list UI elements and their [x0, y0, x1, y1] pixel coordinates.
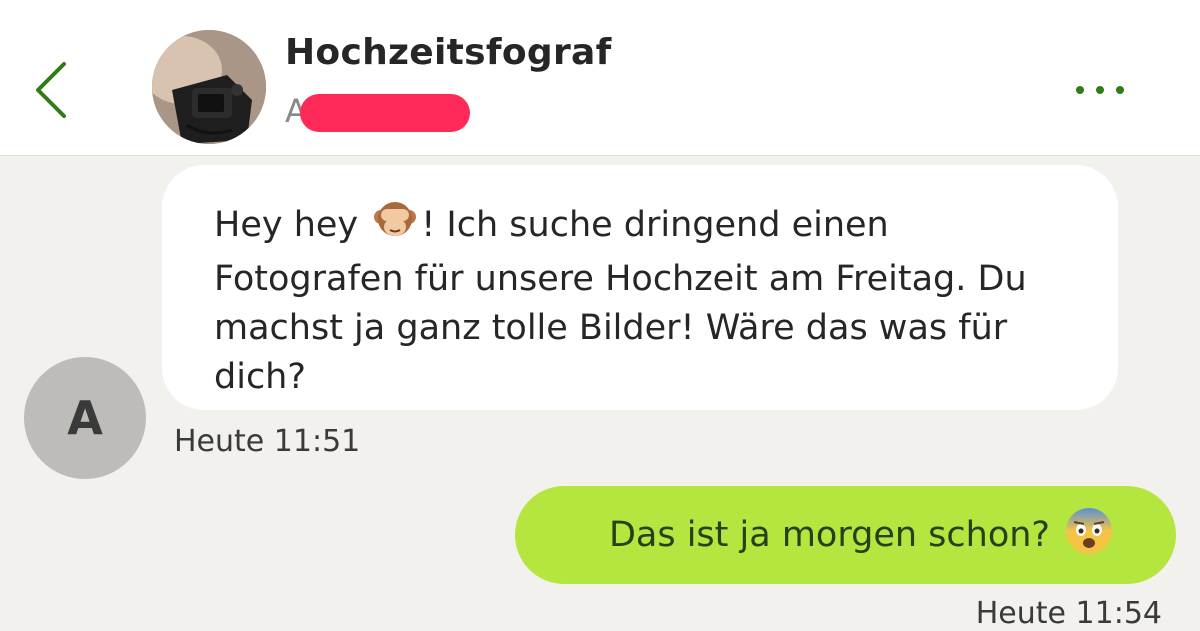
- incoming-message-bubble[interactable]: Hey hey ! Ich suche dringend einen Fotog…: [162, 165, 1118, 410]
- back-button[interactable]: [24, 56, 80, 124]
- message-text: Das ist ja morgen schon?: [608, 515, 1050, 555]
- more-dots-icon: [1096, 86, 1104, 94]
- contact-name[interactable]: Hochzeitsfograf: [285, 32, 612, 73]
- more-options-button[interactable]: [1066, 72, 1138, 108]
- more-dots-icon: [1116, 86, 1124, 94]
- sender-initial: A: [67, 391, 103, 445]
- anxious-face-emoji: [1064, 506, 1114, 565]
- outgoing-message-bubble[interactable]: Das ist ja morgen schon?: [515, 486, 1176, 584]
- chat-header: Hochzeitsfograf A: [0, 0, 1200, 156]
- camera-photo-icon: [152, 30, 266, 144]
- message-text: Hey hey: [214, 205, 370, 245]
- message-timestamp: Heute 11:51: [174, 424, 361, 459]
- see-no-evil-monkey-emoji: [373, 197, 417, 255]
- message-timestamp: Heute 11:54: [975, 596, 1162, 631]
- more-dots-icon: [1076, 86, 1084, 94]
- chevron-left-icon: [36, 62, 66, 118]
- redaction-bar: [300, 94, 470, 132]
- contact-avatar[interactable]: [152, 30, 266, 144]
- sender-avatar[interactable]: A: [24, 357, 146, 479]
